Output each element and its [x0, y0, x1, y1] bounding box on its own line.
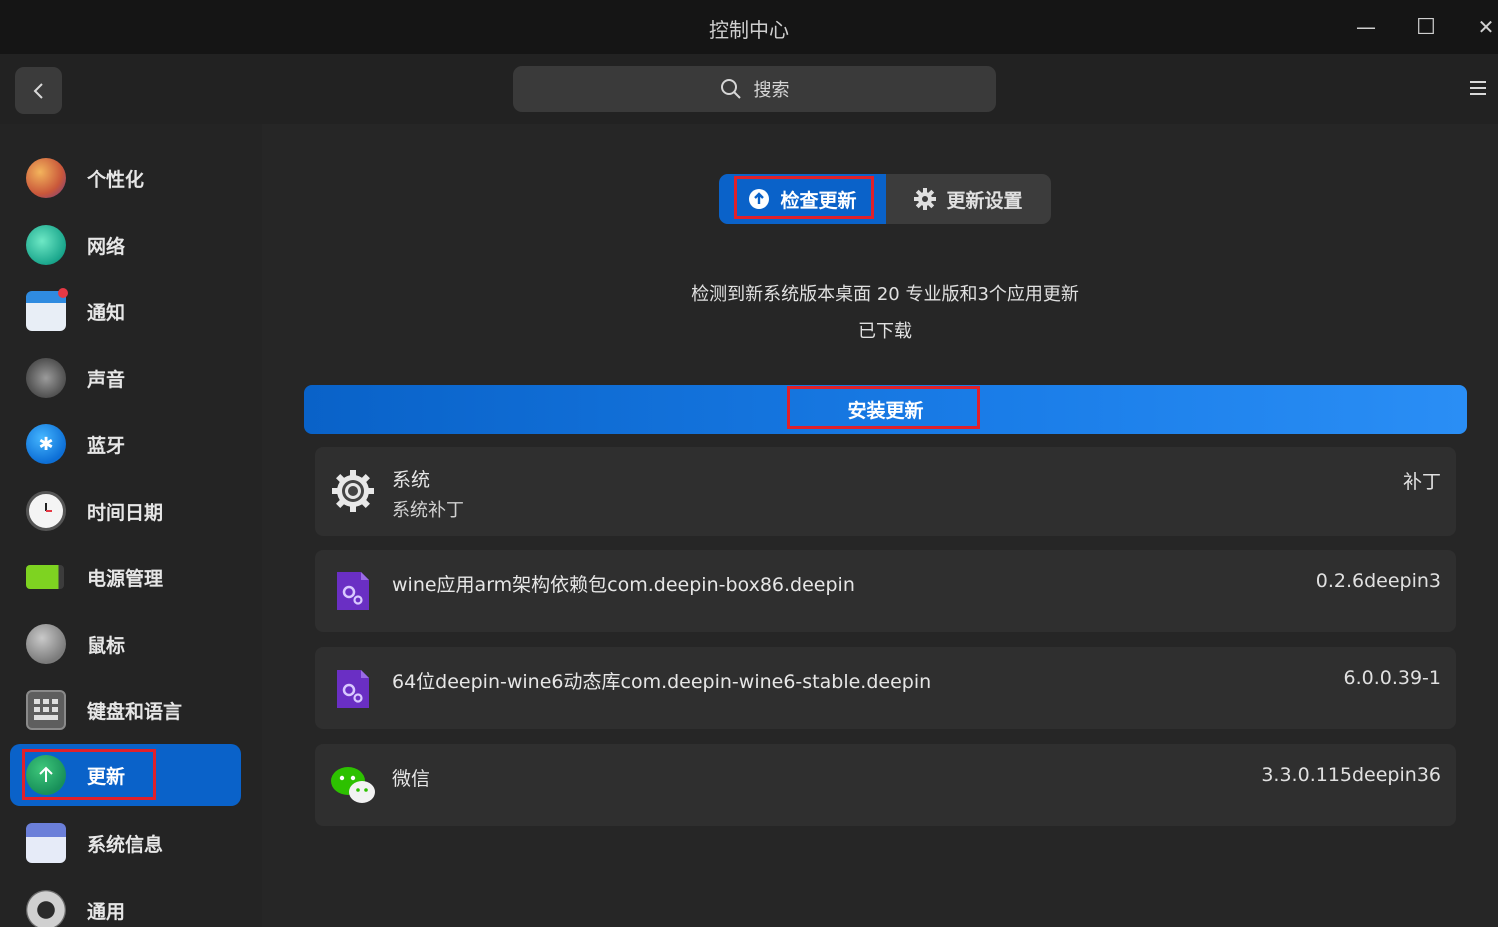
update-item-version: 补丁	[1402, 471, 1441, 493]
sidebar-item-personalization[interactable]: 个性化	[10, 147, 241, 209]
update-item-version: 3.3.0.115deepin36	[1261, 764, 1441, 786]
update-item-version: 0.2.6deepin3	[1315, 570, 1441, 592]
mouse-icon	[26, 624, 66, 664]
package-icon	[329, 567, 377, 615]
minimize-button[interactable]: —	[1351, 12, 1381, 42]
update-item-wechat: 微信 3.3.0.115deepin36	[315, 744, 1456, 826]
sidebar-item-label: 系统信息	[87, 833, 164, 856]
title-bar: 控制中心 — ☐ ✕	[0, 0, 1498, 54]
update-item-subtitle: 系统补丁	[392, 500, 464, 521]
update-item-name: 微信	[392, 768, 431, 790]
wechat-icon	[329, 761, 377, 809]
install-update-button[interactable]: 安装更新	[304, 385, 1467, 434]
sidebar-item-keyboard[interactable]: 键盘和语言	[10, 679, 241, 741]
main-panel: 检查更新 更新设置 检测到新系统版本桌面 20 专业版和3个应用更新 已下载 安…	[262, 124, 1498, 927]
update-status-text: 检测到新系统版本桌面 20 专业版和3个应用更新	[691, 284, 1079, 305]
chevron-left-icon	[33, 82, 43, 99]
update-icon	[26, 755, 66, 795]
update-item-wine6: 64位deepin-wine6动态库com.deepin-wine6-stabl…	[315, 647, 1456, 729]
sidebar-item-label: 通用	[87, 900, 126, 923]
tab-label: 检查更新	[780, 189, 857, 212]
download-status-text: 已下载	[858, 321, 912, 342]
clock-icon	[26, 491, 66, 531]
window-title: 控制中心	[709, 18, 789, 42]
sidebar-item-power[interactable]: 电源管理	[10, 546, 241, 608]
sidebar: 个性化 网络 通知 声音 ✱ 蓝牙 时间日期 电源管理 鼠标 键盘和语言 更新 …	[0, 124, 262, 927]
tab-update-settings[interactable]: 更新设置	[886, 174, 1051, 224]
update-item-name: 系统	[392, 469, 431, 491]
gear-icon	[914, 188, 937, 210]
sidebar-item-label: 电源管理	[87, 567, 164, 590]
search-placeholder: 搜索	[753, 80, 790, 101]
update-item-name: 64位deepin-wine6动态库com.deepin-wine6-stabl…	[392, 671, 932, 693]
upload-circle-icon	[749, 189, 770, 209]
sidebar-item-label: 蓝牙	[87, 434, 126, 457]
tab-label: 更新设置	[946, 189, 1023, 212]
sidebar-item-label: 时间日期	[87, 501, 164, 524]
system-info-icon	[26, 823, 66, 863]
sidebar-item-label: 更新	[87, 765, 126, 788]
keyboard-icon	[26, 690, 66, 730]
bluetooth-icon: ✱	[26, 424, 66, 464]
sidebar-item-bluetooth[interactable]: ✱ 蓝牙	[10, 413, 241, 475]
tab-check-update[interactable]: 检查更新	[719, 174, 886, 224]
main-menu-button[interactable]	[1466, 76, 1490, 100]
sidebar-item-label: 鼠标	[87, 634, 126, 657]
update-item-system: 系统 系统补丁 补丁	[315, 447, 1456, 536]
sidebar-item-label: 键盘和语言	[87, 700, 183, 723]
update-item-name: wine应用arm架构依赖包com.deepin-box86.deepin	[392, 574, 855, 596]
sidebar-item-label: 个性化	[87, 168, 145, 191]
back-button[interactable]	[15, 67, 62, 114]
general-icon	[26, 890, 66, 927]
hamburger-menu-icon	[1470, 81, 1486, 95]
toolbar: 搜索	[0, 54, 1498, 124]
update-tabs: 检查更新 更新设置	[719, 174, 1051, 224]
sidebar-item-mouse[interactable]: 鼠标	[10, 613, 241, 675]
speaker-icon	[26, 358, 66, 398]
sidebar-item-datetime[interactable]: 时间日期	[10, 480, 241, 542]
search-input[interactable]: 搜索	[513, 66, 996, 112]
maximize-button[interactable]: ☐	[1411, 12, 1441, 42]
sidebar-item-label: 通知	[87, 301, 126, 324]
notification-icon	[26, 288, 68, 331]
update-item-box86: wine应用arm架构依赖包com.deepin-box86.deepin 0.…	[315, 550, 1456, 632]
gear-icon	[329, 467, 377, 515]
sidebar-item-label: 网络	[87, 235, 126, 258]
package-icon	[329, 665, 377, 713]
sidebar-item-notification[interactable]: 通知	[10, 280, 241, 342]
sidebar-item-system-info[interactable]: 系统信息	[10, 812, 241, 874]
palette-icon	[26, 158, 66, 198]
search-icon	[720, 79, 741, 99]
sidebar-item-network[interactable]: 网络	[10, 214, 241, 276]
network-icon	[26, 225, 66, 265]
update-item-version: 6.0.0.39-1	[1343, 667, 1441, 689]
close-button[interactable]: ✕	[1471, 12, 1498, 42]
sidebar-item-update[interactable]: 更新	[10, 744, 241, 806]
sidebar-item-label: 声音	[87, 368, 126, 391]
sidebar-item-general[interactable]: 通用	[10, 879, 241, 927]
battery-icon	[26, 565, 64, 589]
sidebar-item-sound[interactable]: 声音	[10, 347, 241, 409]
